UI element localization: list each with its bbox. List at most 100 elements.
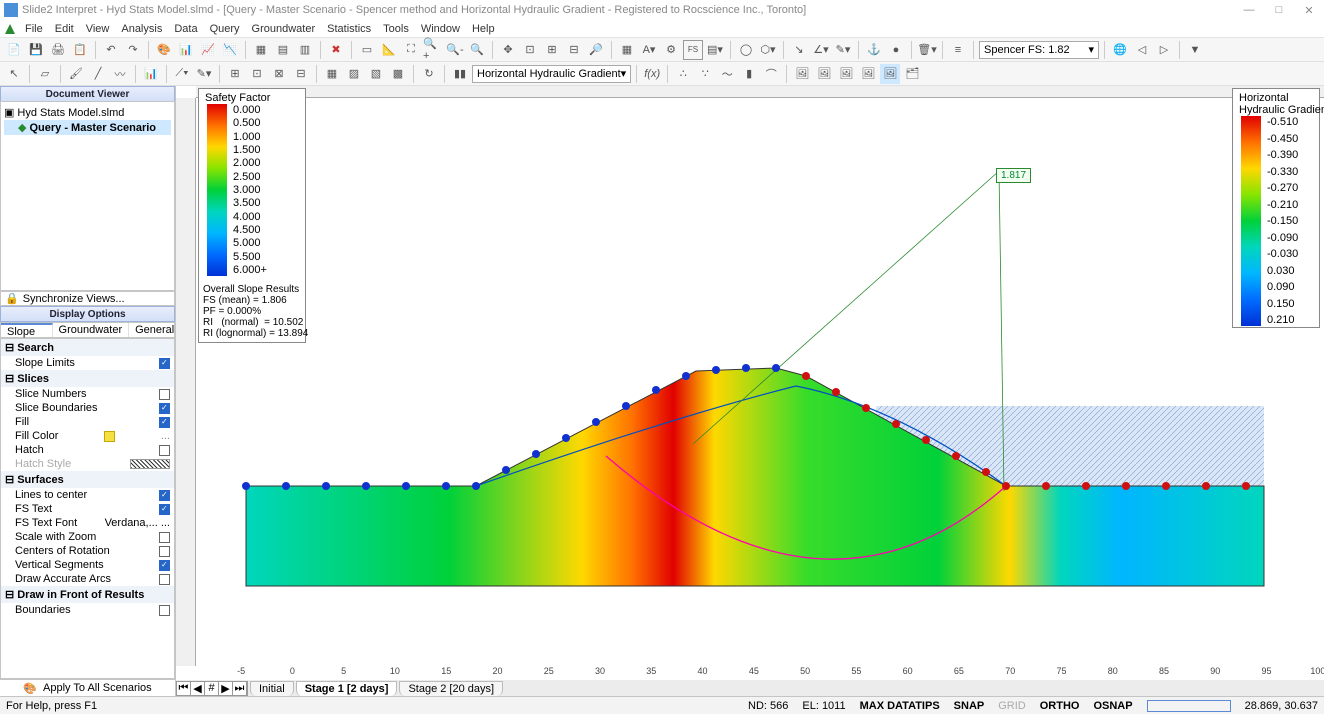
synchronize-views-button[interactable]: 🔒 Synchronize Views... [0,291,175,306]
status-snap[interactable]: SNAP [954,700,985,712]
img4-button[interactable]: 🖼 [858,64,878,84]
menu-analysis[interactable]: Analysis [115,23,168,35]
menu-file[interactable]: File [19,23,49,35]
checkbox[interactable] [159,445,170,456]
status-box[interactable] [1147,700,1231,712]
opt-value[interactable]: Verdana,... ... [105,517,170,529]
img1-button[interactable]: 🖼 [792,64,812,84]
opt-item[interactable]: Hatch [1,443,174,457]
hatch-swatch[interactable] [130,459,170,469]
menu-statistics[interactable]: Statistics [321,23,377,35]
wave-button[interactable]: 〜 [717,64,737,84]
graph1-button[interactable]: ⊞ [225,64,245,84]
select-button[interactable]: ▭ [357,40,377,60]
refresh-button[interactable]: ↻ [419,64,439,84]
grid2-button[interactable]: ▤ [273,40,293,60]
table-button[interactable]: ▦ [617,40,637,60]
color-swatch[interactable] [104,431,115,442]
chart2-button[interactable]: 📉 [220,40,240,60]
shape-circle-button[interactable]: ◯ [736,40,756,60]
opt-group[interactable]: ⊟ Draw in Front of Results [1,586,174,603]
menu-help[interactable]: Help [466,23,501,35]
mesh3-button[interactable]: ▧ [366,64,386,84]
new-button[interactable]: 📄 [4,40,24,60]
angle-button[interactable]: ∠▾ [811,40,831,60]
layers-button[interactable]: ▤▾ [705,40,725,60]
tab-stage2[interactable]: Stage 2 [20 days] [399,681,503,696]
status-datatips[interactable]: MAX DATATIPS [860,700,940,712]
minimize-button[interactable]: ― [1234,4,1264,17]
menu-data[interactable]: Data [168,23,203,35]
zoom-in-button[interactable]: 🔍+ [423,40,443,60]
zoom-fit-button[interactable]: ⊡ [520,40,540,60]
zoom-extents-button[interactable]: ⛶ [401,40,421,60]
opt-item[interactable]: Scale with Zoom [1,530,174,544]
last-stage-button[interactable]: ⏭ [233,682,247,695]
globe-button[interactable]: 🌐 [1110,40,1130,60]
tree-child[interactable]: ◆ Query - Master Scenario [4,120,171,135]
shape-hex-button[interactable]: ⬡▾ [758,40,778,60]
mesh2-button[interactable]: ▨ [344,64,364,84]
zoom-window-button[interactable]: 🔍 [467,40,487,60]
scatter2-button[interactable]: ∵ [695,64,715,84]
opt-group[interactable]: ⊟ Search [1,339,174,356]
zoom-prev-button[interactable]: ⊟ [564,40,584,60]
anchor-button[interactable]: ⚓ [864,40,884,60]
dim-button[interactable]: ↘ [789,40,809,60]
opt-item[interactable]: Slice Numbers [1,387,174,401]
next-stage-button[interactable]: ▶ [219,682,233,695]
opt-item[interactable]: Vertical Segments [1,558,174,572]
opt-item[interactable]: Slice Boundaries [1,401,174,415]
img2-button[interactable]: 🖼 [814,64,834,84]
opt-item[interactable]: FS Text [1,502,174,516]
chart-button[interactable]: 📈 [198,40,218,60]
pen-button[interactable]: ✎▾ [194,64,214,84]
mesh4-button[interactable]: ▩ [388,64,408,84]
scatter1-button[interactable]: ∴ [673,64,693,84]
document-tree[interactable]: ▣ Hyd Stats Model.slmd ◆ Query - Master … [0,101,175,291]
grid1-button[interactable]: ▦ [251,40,271,60]
opt-item[interactable]: Centers of Rotation [1,544,174,558]
opt-group[interactable]: ⊟ Surfaces [1,471,174,488]
palette-button[interactable]: 🎨 [154,40,174,60]
zoom-sel-button[interactable]: ⊞ [542,40,562,60]
checkbox[interactable] [159,574,170,585]
checkbox[interactable] [159,560,170,571]
prev-stage-button[interactable]: ◀ [191,682,205,695]
opt-item[interactable]: Hatch Style [1,457,174,471]
maximize-button[interactable]: □ [1264,4,1294,17]
cursor-button[interactable]: ↖ [4,64,24,84]
sphere-button[interactable]: ● [886,40,906,60]
menu-groundwater[interactable]: Groundwater [246,23,322,35]
opt-item[interactable]: Boundaries [1,603,174,617]
hist-button[interactable]: ▮ [739,64,759,84]
graph3-button[interactable]: ⊠ [269,64,289,84]
checkbox[interactable] [159,605,170,616]
apply-to-all-button[interactable]: 🎨 Apply To All Scenarios [0,679,175,696]
checkbox[interactable] [159,417,170,428]
graph2-button[interactable]: ⊡ [247,64,267,84]
filter-button[interactable]: ▼ [1185,40,1205,60]
status-grid[interactable]: GRID [998,700,1026,712]
menu-edit[interactable]: Edit [49,23,80,35]
flag-button[interactable]: ◁ [1132,40,1152,60]
canvas-area[interactable]: Safety Factor 0.0000.5001.0001.5002.0002… [176,86,1324,696]
delete-button[interactable]: 🗑▾ [917,40,937,60]
pan-button[interactable]: ✥ [498,40,518,60]
tab-general[interactable]: General [129,323,181,337]
curve2-button[interactable]: ⌒ [761,64,781,84]
opt-item[interactable]: Fill Color ... [1,429,174,443]
flag2-button[interactable]: ▷ [1154,40,1174,60]
opt-item[interactable]: FS Text FontVerdana,... ... [1,516,174,530]
poly-button[interactable]: ▱ [35,64,55,84]
curve-button[interactable]: ⟋▾ [172,64,192,84]
redo-button[interactable]: ↷ [123,40,143,60]
zoom-out-button[interactable]: 🔍- [445,40,465,60]
tab-stage1[interactable]: Stage 1 [2 days] [296,681,398,696]
undo-button[interactable]: ↶ [101,40,121,60]
chart3-button[interactable]: 📊 [141,64,161,84]
img5-button[interactable]: 🖼 [880,64,900,84]
edit-line-button[interactable]: ✎▾ [833,40,853,60]
copy-button[interactable]: 📋 [70,40,90,60]
tab-initial[interactable]: Initial [250,681,294,696]
